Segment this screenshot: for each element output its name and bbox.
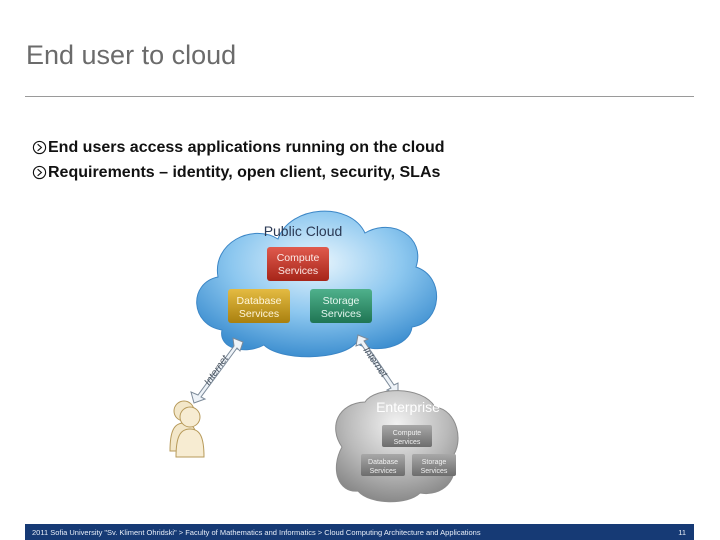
cloud-diagram: Public Cloud Compute Services Database S… <box>169 210 459 503</box>
svg-text:Storage: Storage <box>422 459 447 466</box>
bullet-item: Requirements – identity, open client, se… <box>32 160 445 185</box>
bullet-text: Requirements – identity, open client, se… <box>48 163 441 181</box>
bullet-list: End users access applications running on… <box>32 135 445 185</box>
svg-text:Services: Services <box>394 439 421 446</box>
bullet-icon <box>32 165 47 180</box>
slide-title: End user to cloud <box>26 40 237 70</box>
internet-label-left: Internet <box>202 353 231 388</box>
slide-footer: 2011 Sofia University "Sv. Kliment Ohrid… <box>25 524 694 540</box>
enterprise-storage-services: Storage Services <box>412 454 456 476</box>
svg-text:Database: Database <box>237 295 282 307</box>
user-icon <box>169 400 205 458</box>
enterprise-cloud: Enterprise Compute Services Database Ser… <box>335 390 459 503</box>
enterprise-compute-services: Compute Services <box>382 425 432 447</box>
bullet-item: End users access applications running on… <box>32 135 445 160</box>
enterprise-database-services: Database Services <box>361 454 405 476</box>
enterprise-title: Enterprise <box>376 399 440 415</box>
svg-text:Compute: Compute <box>277 252 320 264</box>
bullet-text: End users access applications running on… <box>48 138 445 156</box>
public-storage-services: Storage Services <box>310 289 372 323</box>
public-database-services: Database Services <box>228 289 290 323</box>
svg-text:Compute: Compute <box>393 430 422 437</box>
internet-label-right: Internet <box>361 345 390 380</box>
svg-text:Services: Services <box>278 265 318 277</box>
public-compute-services: Compute Services <box>267 247 329 281</box>
public-cloud-title: Public Cloud <box>264 223 343 239</box>
title-divider <box>25 96 694 97</box>
internet-link-left: Internet <box>190 337 244 404</box>
svg-text:Database: Database <box>368 459 398 466</box>
svg-text:Storage: Storage <box>323 295 360 307</box>
footer-text: 2011 Sofia University "Sv. Kliment Ohrid… <box>32 528 481 537</box>
page-number: 11 <box>678 528 686 537</box>
svg-text:Services: Services <box>421 468 448 475</box>
public-cloud: Public Cloud Compute Services Database S… <box>196 210 438 358</box>
bullet-icon <box>32 140 47 155</box>
svg-text:Services: Services <box>370 468 397 475</box>
svg-text:Services: Services <box>239 308 279 320</box>
svg-text:Services: Services <box>321 308 361 320</box>
